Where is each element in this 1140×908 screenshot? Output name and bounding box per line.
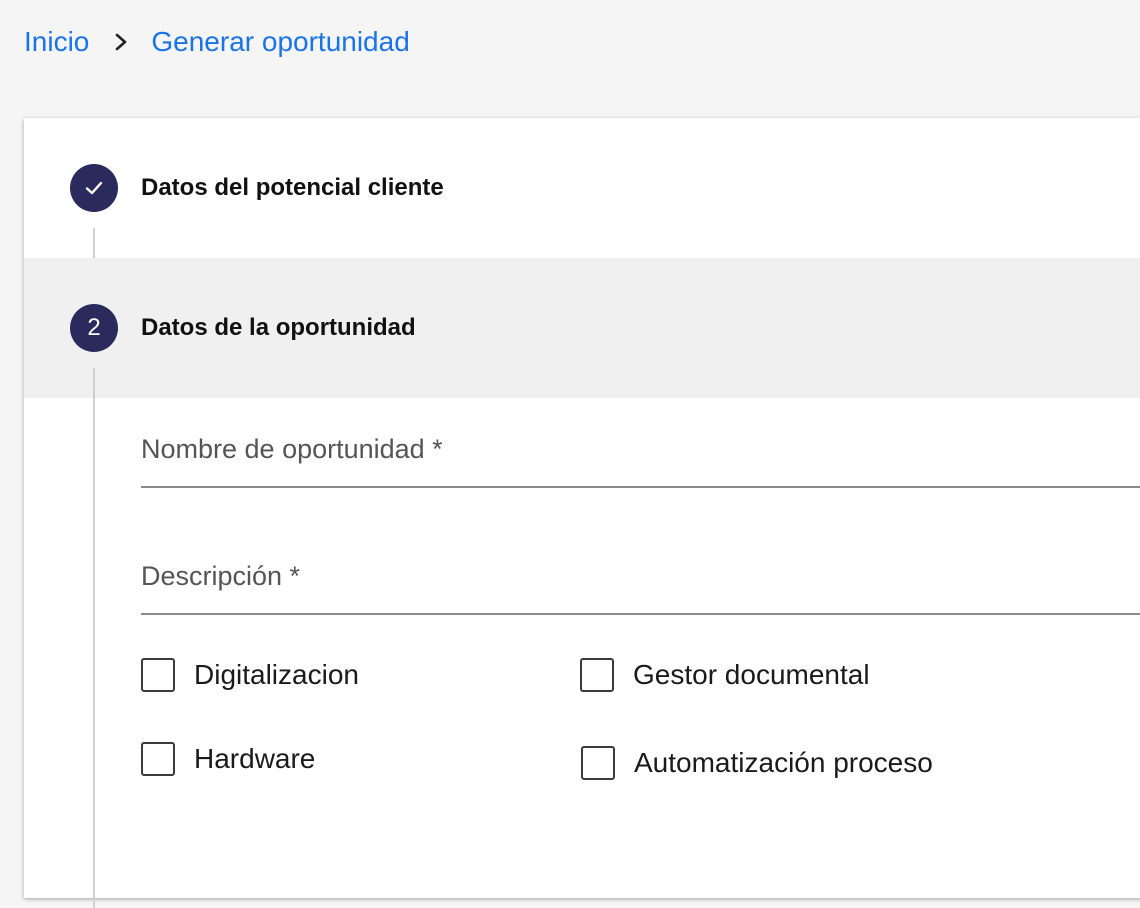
step-2-label: Datos de la oportunidad — [141, 314, 416, 341]
checkbox-label: Hardware — [194, 743, 316, 774]
step-content-line — [93, 368, 95, 908]
step-1-label: Datos del potencial cliente — [141, 174, 444, 201]
checkbox-digitalizacion[interactable]: Digitalizacion — [141, 658, 359, 692]
opportunity-name-input[interactable] — [141, 426, 1140, 486]
checkbox-label: Automatización proceso — [634, 747, 933, 778]
chevron-right-icon — [116, 33, 127, 51]
checkbox-gestor-documental[interactable]: Gestor documental — [580, 658, 870, 692]
description-input[interactable] — [141, 553, 1140, 613]
step-1-header[interactable]: Datos del potencial cliente — [24, 118, 1140, 258]
checkbox-hardware[interactable]: Hardware — [141, 742, 315, 776]
step-2-header[interactable]: 2 Datos de la oportunidad — [24, 258, 1140, 398]
checkbox-automatizacion-proceso[interactable]: Automatización proceso — [581, 746, 933, 780]
checkbox-box[interactable] — [580, 658, 614, 692]
checkbox-label: Digitalizacion — [194, 659, 359, 690]
stepper-card: Datos del potencial cliente 2 Datos de l… — [24, 118, 1140, 908]
checkbox-box[interactable] — [141, 742, 175, 776]
step-2-number-circle: 2 — [70, 304, 118, 352]
opportunity-name-field[interactable]: Nombre de oportunidad * — [141, 414, 1140, 488]
step-1-completed-circle — [70, 164, 118, 212]
breadcrumb: Inicio Generar oportunidad — [24, 26, 410, 58]
checkbox-box[interactable] — [141, 658, 175, 692]
description-field[interactable]: Descripción * — [141, 541, 1140, 615]
check-icon — [85, 181, 103, 195]
breadcrumb-current-link[interactable]: Generar oportunidad — [151, 26, 409, 58]
checkbox-label: Gestor documental — [633, 659, 870, 690]
breadcrumb-home-link[interactable]: Inicio — [24, 26, 89, 58]
checkbox-box[interactable] — [581, 746, 615, 780]
